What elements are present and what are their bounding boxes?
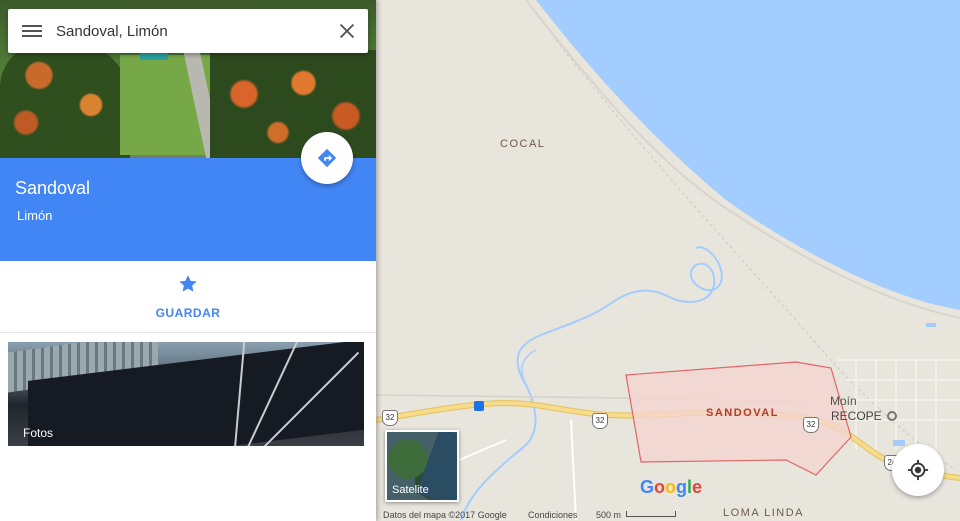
directions-button[interactable] xyxy=(301,132,353,184)
bus-stop-icon[interactable] xyxy=(474,401,484,411)
satellite-layer-toggle[interactable]: Satelite xyxy=(385,430,459,502)
route-shield: 32 xyxy=(803,417,819,433)
hero-trees-right xyxy=(210,50,376,158)
directions-icon xyxy=(317,148,337,168)
save-label: GUARDAR xyxy=(155,306,221,320)
hero-roof xyxy=(140,52,168,60)
map-footer: Datos del mapa ©2017 Google Condiciones … xyxy=(376,508,960,521)
my-location-button[interactable] xyxy=(892,444,944,496)
google-logo-letter: G xyxy=(640,477,655,497)
map-data-credit: Datos del mapa ©2017 Google xyxy=(383,510,507,520)
menu-icon[interactable] xyxy=(22,22,42,40)
search-box xyxy=(8,9,368,53)
actions-row: GUARDAR xyxy=(0,261,376,333)
google-logo-letter: o xyxy=(654,477,666,497)
scale-label: 500 m xyxy=(596,510,622,520)
maps-app: COCAL SANDOVAL LOMA LINDA Moín RECOPE 32… xyxy=(0,0,960,521)
hero-trees-left xyxy=(0,40,130,158)
place-title: Sandoval xyxy=(15,178,91,198)
google-logo-letter: e xyxy=(692,477,703,497)
map-canvas[interactable]: COCAL SANDOVAL LOMA LINDA Moín RECOPE 32… xyxy=(376,0,960,521)
place-subtitle: Limón xyxy=(17,208,53,223)
photos-thumbnail[interactable]: Fotos xyxy=(8,342,364,446)
map-base xyxy=(376,0,960,521)
photos-label: Fotos xyxy=(23,426,54,440)
route-shield: 32 xyxy=(382,410,398,426)
close-icon[interactable] xyxy=(336,20,358,42)
place-panel: Sandoval Limón GUARDAR Fotos xyxy=(0,0,376,521)
map-label-moin: Moín xyxy=(830,394,857,408)
save-button[interactable]: GUARDAR xyxy=(138,273,238,327)
scale-bar xyxy=(626,511,676,517)
google-logo-letter: g xyxy=(676,477,688,497)
search-input[interactable] xyxy=(56,9,326,53)
map-label-sandoval: SANDOVAL xyxy=(706,407,779,419)
recope-label-text: RECOPE xyxy=(831,409,882,423)
poi-marker-icon xyxy=(887,411,898,421)
route-shield: 32 xyxy=(592,413,608,429)
terms-link[interactable]: Condiciones xyxy=(528,510,578,520)
my-location-icon xyxy=(907,459,929,481)
map-label-cocal: COCAL xyxy=(500,138,546,150)
satellite-label: Satelite xyxy=(392,484,429,496)
google-logo-letter: o xyxy=(665,477,677,497)
star-icon xyxy=(179,275,197,292)
map-label-recope[interactable]: RECOPE xyxy=(831,409,898,423)
google-logo: Google xyxy=(640,477,702,498)
